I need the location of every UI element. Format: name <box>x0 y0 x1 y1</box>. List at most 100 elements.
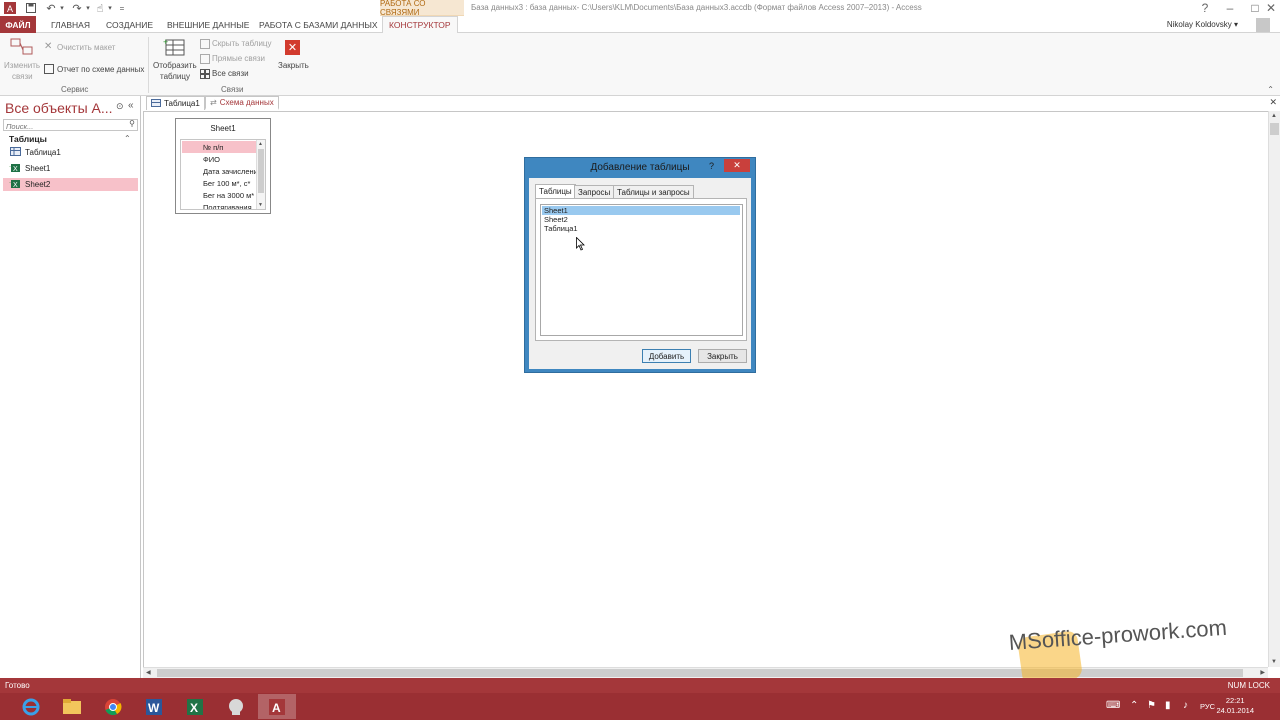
field-item[interactable]: Бег 100 м*, с* <box>182 177 256 189</box>
tools-group-title: Сервис <box>61 85 89 94</box>
field-item[interactable]: Дата зачисления <box>182 165 256 177</box>
nav-item-sheet1[interactable]: →X Sheet1 <box>3 162 138 175</box>
close-icon[interactable]: ✕ <box>724 159 750 172</box>
access-app-icon[interactable]: A <box>3 1 17 15</box>
table-window-title[interactable]: Sheet1 <box>176 124 270 133</box>
doctab-table1[interactable]: Таблица1 <box>146 96 205 110</box>
field-item[interactable]: № п/п <box>182 141 256 153</box>
nav-menu-dropdown-icon[interactable]: ⊙ <box>116 101 124 112</box>
keyboard-icon[interactable]: ⌨ <box>1106 700 1120 711</box>
relationship-report-button[interactable]: Отчет по схеме данных <box>57 65 144 74</box>
close-button[interactable]: Закрыть <box>698 349 747 363</box>
edit-relationships-label-2[interactable]: связи <box>12 72 33 81</box>
clock-date: 24.01.2014 <box>1216 706 1254 715</box>
close-window-icon[interactable]: ✕ <box>1262 0 1280 16</box>
action-center-icon[interactable]: ⚑ <box>1147 700 1156 711</box>
word-icon[interactable]: W <box>135 694 173 719</box>
hide-table-button[interactable]: Скрыть таблицу <box>212 39 272 48</box>
user-name-label: Nikolay Koldovsky <box>1166 20 1232 29</box>
file-explorer-icon[interactable] <box>53 694 91 719</box>
tab-design[interactable]: КОНСТРУКТОР <box>382 16 458 34</box>
field-list-scrollbar[interactable]: ▲ ▼ <box>256 140 265 209</box>
horizontal-scrollbar[interactable]: ◀ ▶ <box>143 667 1268 678</box>
tables-listbox[interactable]: Sheet1 Sheet2 Таблица1 <box>540 204 743 336</box>
tab-database-tools[interactable]: РАБОТА С БАЗАМИ ДАННЫХ <box>253 16 384 33</box>
table-icon <box>10 147 21 158</box>
scroll-down-icon[interactable]: ▼ <box>1271 659 1277 665</box>
show-table-icon[interactable]: + <box>163 37 187 57</box>
doctab-relationships[interactable]: ⇄ Схема данных <box>205 96 279 110</box>
internet-explorer-icon[interactable] <box>12 694 50 719</box>
nav-item-sheet2[interactable]: →X Sheet2 <box>3 178 138 191</box>
clock[interactable]: 22:21 24.01.2014 <box>1216 696 1254 716</box>
edit-relationships-icon[interactable] <box>10 37 34 57</box>
tab-tables-and-queries[interactable]: Таблицы и запросы <box>613 185 694 198</box>
nav-section-tables[interactable]: Таблицы <box>9 134 47 144</box>
dialog-title[interactable]: Добавление таблицы <box>525 162 755 173</box>
table-window-sheet1[interactable]: Sheet1 № п/п ФИО Дата зачисления Бег 100… <box>175 118 271 214</box>
tab-tables[interactable]: Таблицы <box>535 184 576 198</box>
search-icon[interactable]: ⚲ <box>129 119 135 128</box>
undo-icon[interactable]: ↶ <box>44 1 58 15</box>
collapse-ribbon-icon[interactable]: ⌃ <box>1267 85 1274 94</box>
field-item[interactable]: Бег на 3000 м* <box>182 189 256 201</box>
redo-icon[interactable]: ↷ <box>70 1 84 15</box>
access-taskbar-icon[interactable]: A <box>258 694 296 719</box>
avatar[interactable] <box>1256 18 1270 32</box>
field-item[interactable]: ФИО <box>182 153 256 165</box>
clear-layout-button[interactable]: Очистить макет <box>57 43 115 52</box>
scroll-up-icon[interactable]: ▲ <box>258 141 263 147</box>
section-collapse-icon[interactable]: ⌃ <box>124 134 131 143</box>
vertical-scrollbar[interactable]: ▲ ▼ <box>1268 111 1280 667</box>
context-group-relations: РАБОТА СО СВЯЗЯМИ <box>380 0 464 17</box>
nav-pane-title[interactable]: Все объекты А... <box>5 100 113 116</box>
tab-queries[interactable]: Запросы <box>574 185 615 198</box>
direct-relationships-button[interactable]: Прямые связи <box>212 54 265 63</box>
list-item[interactable]: Таблица1 <box>542 224 740 233</box>
tab-create[interactable]: СОЗДАНИЕ <box>100 16 159 33</box>
help-icon[interactable]: ? <box>709 161 714 171</box>
close-relationships-icon[interactable]: ✕ <box>285 40 300 55</box>
field-list-scroll-thumb[interactable] <box>258 149 264 193</box>
list-item[interactable]: Sheet2 <box>542 215 740 224</box>
touch-dropdown-icon[interactable]: ▾ <box>106 1 114 15</box>
scroll-down-icon[interactable]: ▼ <box>258 202 263 208</box>
ribbon-tabs: ФАЙЛ ГЛАВНАЯ СОЗДАНИЕ ВНЕШНИЕ ДАННЫЕ РАБ… <box>0 16 1280 34</box>
language-indicator[interactable]: РУС <box>1200 702 1215 711</box>
tab-file[interactable]: ФАЙЛ <box>0 16 36 33</box>
nav-item-table1[interactable]: Таблица1 <box>3 146 138 159</box>
scroll-left-icon[interactable]: ◀ <box>146 669 151 676</box>
close-document-icon[interactable]: ✕ <box>1269 97 1277 108</box>
edit-relationships-label-1[interactable]: Изменить <box>4 61 40 70</box>
show-table-label-2[interactable]: таблицу <box>160 72 190 81</box>
touch-mode-icon[interactable]: ☝ <box>94 1 106 15</box>
list-item[interactable]: Sheet1 <box>542 206 740 215</box>
tab-external-data[interactable]: ВНЕШНИЕ ДАННЫЕ <box>161 16 255 33</box>
nav-search-input[interactable] <box>4 121 122 132</box>
user-name[interactable]: Nikolay Koldovsky ▾ <box>1167 20 1238 29</box>
undo-dropdown-icon[interactable]: ▾ <box>58 1 66 15</box>
table-icon <box>151 98 161 109</box>
redo-dropdown-icon[interactable]: ▾ <box>84 1 92 15</box>
volume-icon[interactable]: ♪ <box>1183 700 1188 711</box>
add-button[interactable]: Добавить <box>642 349 691 363</box>
all-relationships-button[interactable]: Все связи <box>212 69 249 78</box>
chrome-icon[interactable] <box>94 694 132 719</box>
doctab-label: Схема данных <box>219 98 274 107</box>
scroll-right-icon[interactable]: ▶ <box>1260 669 1265 676</box>
title-bar: A ↶ ▾ ↷ ▾ ☝ ▾ = РАБОТА СО СВЯЗЯМИ База д… <box>0 0 1280 17</box>
tab-home[interactable]: ГЛАВНАЯ <box>45 16 96 33</box>
excel-icon[interactable]: X <box>176 694 214 719</box>
app-icon[interactable] <box>217 694 255 719</box>
tray-expand-icon[interactable]: ⌃ <box>1130 700 1138 711</box>
qat-customize-icon[interactable]: = <box>118 1 126 15</box>
close-relationships-button[interactable]: Закрыть <box>278 61 309 70</box>
taskbar: W X A ⌨ ⌃ ⚑ ▮ ♪ РУС 22:21 24.01.2014 <box>0 693 1280 720</box>
vertical-scroll-thumb[interactable] <box>1270 123 1279 135</box>
scroll-up-icon[interactable]: ▲ <box>1271 113 1277 119</box>
show-table-label-1[interactable]: Отобразить <box>153 61 197 70</box>
network-icon[interactable]: ▮ <box>1165 700 1171 711</box>
save-icon[interactable] <box>24 1 38 15</box>
nav-collapse-icon[interactable]: « <box>128 100 134 111</box>
field-item[interactable]: Подтягивания <box>182 201 256 210</box>
